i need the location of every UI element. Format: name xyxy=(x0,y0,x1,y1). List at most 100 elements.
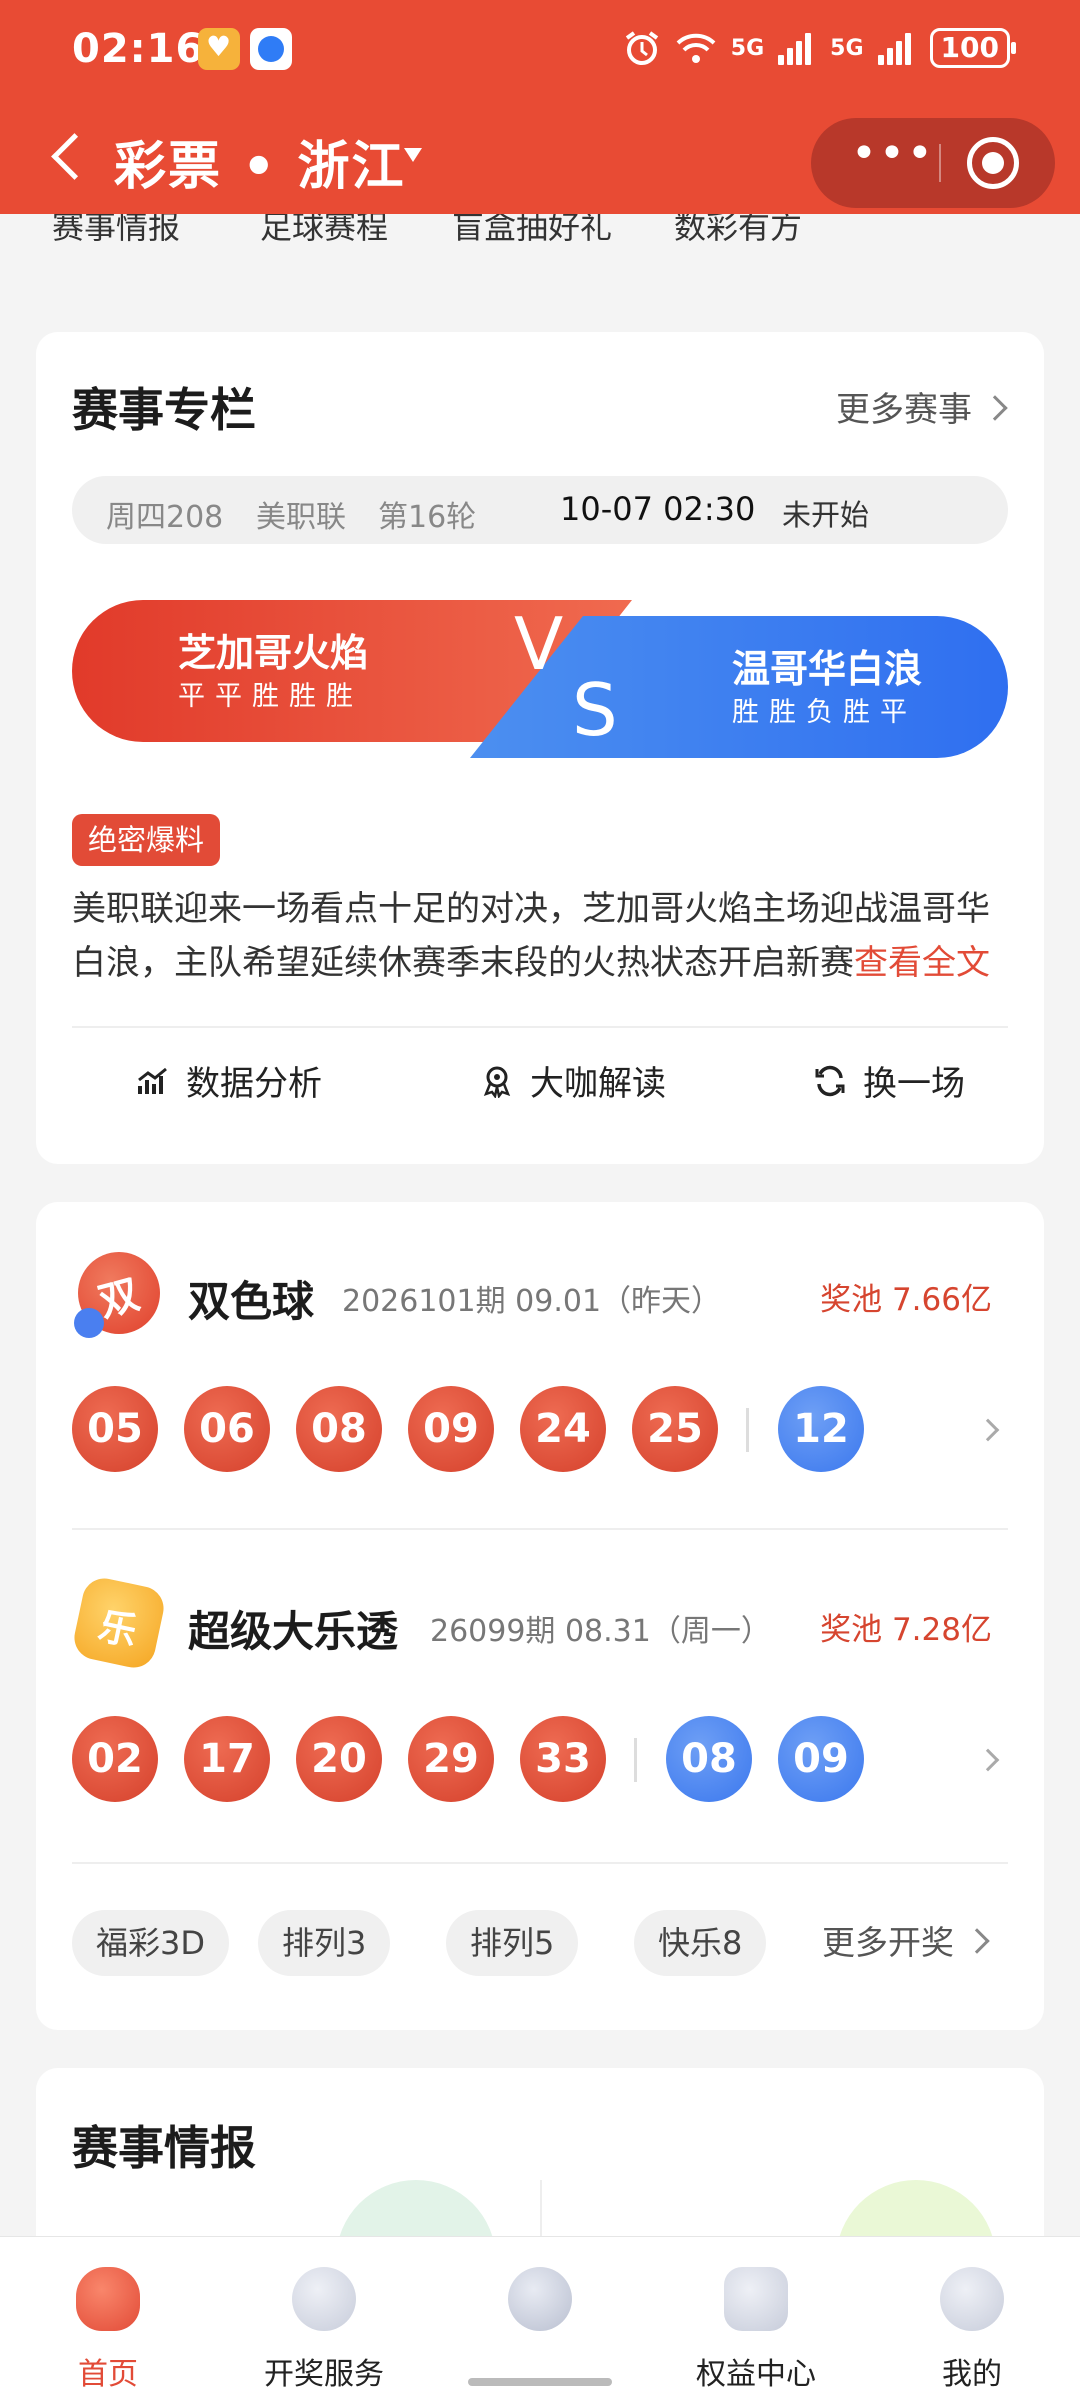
tab-home[interactable]: 首页 xyxy=(0,2237,216,2400)
browser-app-icon xyxy=(250,28,292,70)
chevron-right-icon xyxy=(982,395,1008,421)
match-info-bar: 周四208 美职联 第16轮 10-07 02:30 未开始 xyxy=(72,476,1008,544)
tab-football-schedule[interactable]: 足球赛程 xyxy=(260,214,388,248)
tab-benefits-label: 权益中心 xyxy=(696,2357,816,2392)
lottery-pool-dlt: 奖池 7.28亿 xyxy=(820,1612,992,1648)
red-ball: 02 xyxy=(72,1716,158,1802)
status-indicators: 5G 5G 100 xyxy=(623,28,1017,68)
more-dots-icon[interactable]: ••• xyxy=(851,118,933,208)
expert-reading-label: 大咖解读 xyxy=(530,1064,666,1104)
red-ball: 24 xyxy=(520,1386,606,1472)
mini-app-capsule: ••• xyxy=(811,118,1055,208)
target-circle-icon[interactable] xyxy=(967,137,1019,189)
match-number: 周四208 xyxy=(106,500,224,535)
data-analysis-label: 数据分析 xyxy=(186,1064,322,1104)
red-ball: 33 xyxy=(520,1716,606,1802)
tab-blind-box[interactable]: 盲盒抽好礼 xyxy=(452,214,612,248)
home-indicator[interactable] xyxy=(468,2378,612,2386)
lottery-issue-dlt: 26099期 08.31（周一） xyxy=(430,1614,771,1649)
versus-banner[interactable]: 芝加哥火焰 平平胜胜胜 V S 温哥华白浪 胜胜负胜平 xyxy=(72,588,1008,758)
lottery-pool-ssq: 奖池 7.66亿 xyxy=(820,1282,992,1318)
chip-pl3[interactable]: 排列3 xyxy=(258,1910,391,1976)
match-summary: 美职联迎来一场看点十足的对决，芝加哥火焰主场迎战温哥华白浪，主队希望延续休赛季末… xyxy=(72,882,1012,990)
chip-kl8[interactable]: 快乐8 xyxy=(634,1910,767,1976)
tab-lottery-tips[interactable]: 数彩有方 xyxy=(674,214,802,248)
read-more-link[interactable]: 查看全文 xyxy=(854,943,990,983)
home-team-name: 芝加哥火焰 xyxy=(178,631,369,675)
blue-ball: 12 xyxy=(778,1386,864,1472)
chip-fc3d[interactable]: 福彩3D xyxy=(72,1910,230,1976)
bottom-tab-bar: 首页 开奖服务 权益中心 我的 xyxy=(0,2236,1080,2400)
more-matches-link[interactable]: 更多赛事 xyxy=(836,382,1008,431)
chip-pl5[interactable]: 排列5 xyxy=(446,1910,579,1976)
more-draws-label: 更多开奖 xyxy=(822,1923,954,1962)
blue-ball: 09 xyxy=(778,1716,864,1802)
mascot-home-icon xyxy=(76,2267,140,2331)
back-arrow-icon[interactable] xyxy=(38,124,98,184)
chevron-right-icon[interactable] xyxy=(976,1418,1000,1442)
more-draws-link[interactable]: 更多开奖 xyxy=(822,1910,990,1976)
tab-mine[interactable]: 我的 xyxy=(864,2237,1080,2400)
match-status: 未开始 xyxy=(782,498,870,532)
tab-home-label: 首页 xyxy=(78,2357,138,2392)
network-5g-2: 5G xyxy=(830,35,864,61)
star-ball-icon xyxy=(292,2267,356,2331)
match-intel-title: 赛事情报 xyxy=(72,2121,256,2175)
data-analysis-button[interactable]: 数据分析 xyxy=(136,1056,322,1105)
network-5g-1: 5G xyxy=(730,35,765,61)
signal-bars-icon xyxy=(877,31,916,65)
wifi-icon xyxy=(676,33,716,63)
heart-app-icon xyxy=(198,28,240,70)
super-lotto-logo-char: 乐 xyxy=(94,1603,141,1655)
red-ball: 05 xyxy=(72,1386,158,1472)
refresh-icon xyxy=(815,1065,845,1096)
battery-indicator: 100 xyxy=(929,28,1017,68)
league-name: 美职联 xyxy=(256,500,346,535)
nav-bar: 彩票 • 浙江 ••• xyxy=(0,104,1080,214)
lottery-issue-ssq: 2026101期 09.01（昨天） xyxy=(342,1284,722,1319)
blue-ball: 08 xyxy=(666,1716,752,1802)
tab-benefits[interactable]: 权益中心 xyxy=(648,2237,864,2400)
vs-letter-s: S xyxy=(572,668,618,752)
home-team-form: 平平胜胜胜 xyxy=(178,681,363,712)
signal-bars-icon xyxy=(778,31,816,65)
logo-blue-dot xyxy=(74,1308,104,1338)
divider xyxy=(72,1528,1008,1530)
divider xyxy=(72,1862,1008,1864)
super-lotto-logo: 乐 xyxy=(70,1574,168,1672)
match-column-title: 赛事专栏 xyxy=(72,383,256,437)
chevron-right-icon xyxy=(964,1928,990,1954)
more-matches-label: 更多赛事 xyxy=(836,390,972,430)
alarm-icon xyxy=(625,31,658,65)
top-header: 02:16 5G 5G 100 彩票 • 浙江 ••• xyxy=(0,0,1080,236)
page-title[interactable]: 彩票 • 浙江 xyxy=(114,124,405,199)
red-ball: 17 xyxy=(184,1716,270,1802)
ball-separator xyxy=(634,1738,637,1782)
chart-icon xyxy=(138,1067,167,1094)
tab-draw-service[interactable]: 开奖服务 xyxy=(216,2237,432,2400)
tab-mine-label: 我的 xyxy=(942,2357,1002,2392)
caret-down-icon[interactable] xyxy=(404,148,422,162)
secret-tip-badge: 绝密爆料 xyxy=(72,814,221,866)
away-team-name: 温哥华白浪 xyxy=(732,647,923,691)
tab-match-intel[interactable]: 赛事情报 xyxy=(52,214,180,248)
status-time: 02:16 xyxy=(72,26,205,72)
match-datetime: 10-07 02:30 xyxy=(560,490,756,528)
scrolled-tab-strip: 赛事情报 足球赛程 盲盒抽好礼 数彩有方 xyxy=(0,214,1080,258)
other-lottery-chips: 福彩3D 排列3 排列5 快乐8 更多开奖 xyxy=(72,1910,1032,1976)
user-icon xyxy=(940,2267,1004,2331)
switch-match-button[interactable]: 换一场 xyxy=(813,1056,965,1105)
tab-draw-service-label: 开奖服务 xyxy=(264,2357,384,2392)
red-ball: 08 xyxy=(296,1386,382,1472)
red-ball: 20 xyxy=(296,1716,382,1802)
match-actions: 数据分析 大咖解读 换一场 xyxy=(72,1022,1008,1132)
lottery-name-ssq: 双色球 xyxy=(188,1277,315,1326)
summary-text: 美职联迎来一场看点十足的对决，芝加哥火焰主场迎战温哥华白浪，主队希望延续休赛季末… xyxy=(72,889,990,983)
tab-planet[interactable] xyxy=(432,2237,648,2400)
expert-reading-button[interactable]: 大咖解读 xyxy=(480,1056,666,1105)
red-ball: 06 xyxy=(184,1386,270,1472)
chevron-right-icon[interactable] xyxy=(976,1748,1000,1772)
ball-separator xyxy=(746,1408,749,1452)
clover-icon xyxy=(724,2267,788,2331)
vs-letter-v: V xyxy=(514,602,564,686)
